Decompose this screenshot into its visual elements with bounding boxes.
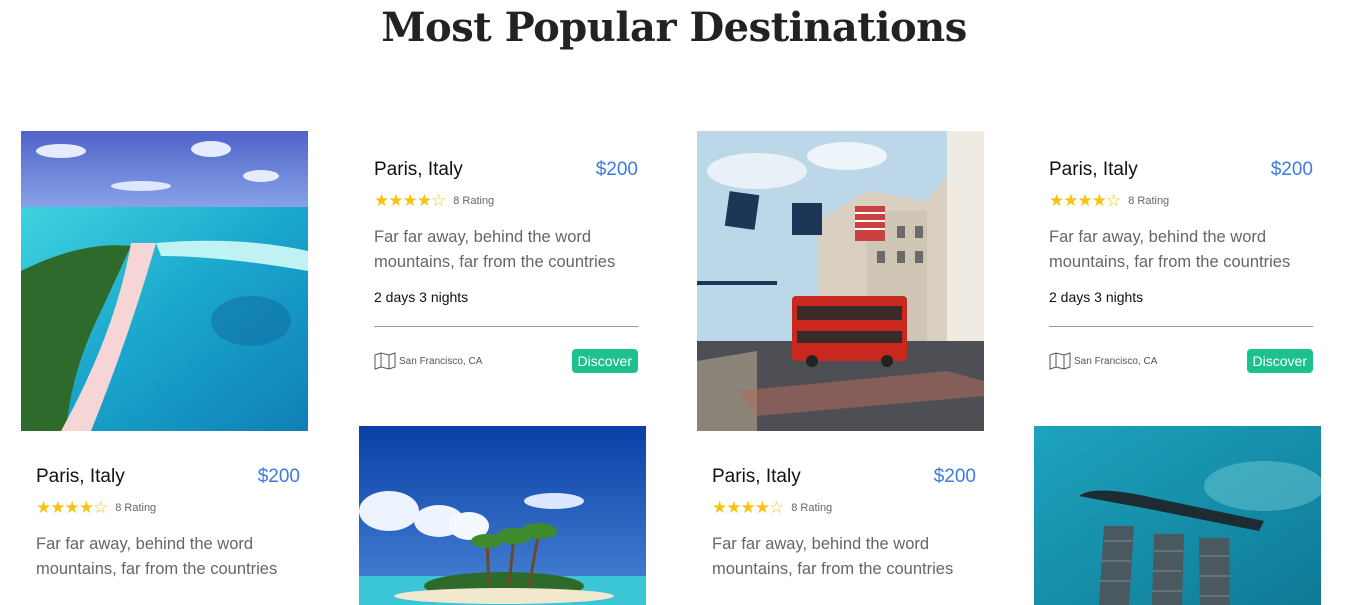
rating-label: 8 Rating: [453, 195, 495, 207]
destination-image-island[interactable]: [359, 426, 646, 605]
price: $200: [1270, 159, 1313, 180]
duration: 2 days 3 nights: [1049, 289, 1144, 305]
location: San Francisco, CA: [374, 352, 482, 370]
discover-button[interactable]: Discover: [571, 349, 638, 373]
price: $200: [257, 466, 300, 487]
star-icon: ★★★★☆: [712, 498, 784, 517]
place-name[interactable]: Paris, Italy: [36, 466, 125, 488]
discover-button[interactable]: Discover: [1246, 349, 1313, 373]
duration: 2 days 3 nights: [374, 289, 469, 305]
location-text: San Francisco, CA: [1074, 355, 1158, 367]
destination-image-beach[interactable]: [21, 131, 308, 431]
destination-card-3: Paris, Italy $200 ★★★★☆ 8 Rating Far far…: [712, 466, 976, 582]
divider: [374, 326, 638, 327]
rating-label: 8 Rating: [1128, 195, 1170, 207]
price: $200: [595, 159, 638, 180]
description: Far far away, behind the word mountains,…: [36, 535, 278, 578]
destination-image-singapore[interactable]: [1034, 426, 1321, 605]
destination-card-4: Paris, Italy $200 ★★★★☆ 8 Rating Far far…: [1049, 159, 1313, 373]
destination-image-london[interactable]: [697, 131, 984, 431]
place-name[interactable]: Paris, Italy: [374, 159, 463, 181]
place-name[interactable]: Paris, Italy: [712, 466, 801, 488]
rating: ★★★★☆ 8 Rating: [1049, 191, 1313, 211]
description: Far far away, behind the word mountains,…: [1049, 228, 1291, 271]
section-title: Most Popular Destinations: [381, 4, 967, 51]
rating: ★★★★☆ 8 Rating: [374, 191, 638, 211]
star-icon: ★★★★☆: [1049, 191, 1121, 210]
description: Far far away, behind the word mountains,…: [712, 535, 954, 578]
map-icon: [374, 352, 396, 370]
divider: [1049, 326, 1313, 327]
rating-label: 8 Rating: [115, 502, 157, 514]
description: Far far away, behind the word mountains,…: [374, 228, 616, 271]
destination-card-2: Paris, Italy $200 ★★★★☆ 8 Rating Far far…: [374, 159, 638, 373]
price: $200: [933, 466, 976, 487]
location: San Francisco, CA: [1049, 352, 1157, 370]
map-icon: [1049, 352, 1071, 370]
rating: ★★★★☆ 8 Rating: [712, 498, 976, 518]
star-icon: ★★★★☆: [36, 498, 108, 517]
location-text: San Francisco, CA: [399, 355, 483, 367]
rating-label: 8 Rating: [791, 502, 833, 514]
destination-card-1: Paris, Italy $200 ★★★★☆ 8 Rating Far far…: [36, 466, 300, 582]
rating: ★★★★☆ 8 Rating: [36, 498, 300, 518]
place-name[interactable]: Paris, Italy: [1049, 159, 1138, 181]
star-icon: ★★★★☆: [374, 191, 446, 210]
